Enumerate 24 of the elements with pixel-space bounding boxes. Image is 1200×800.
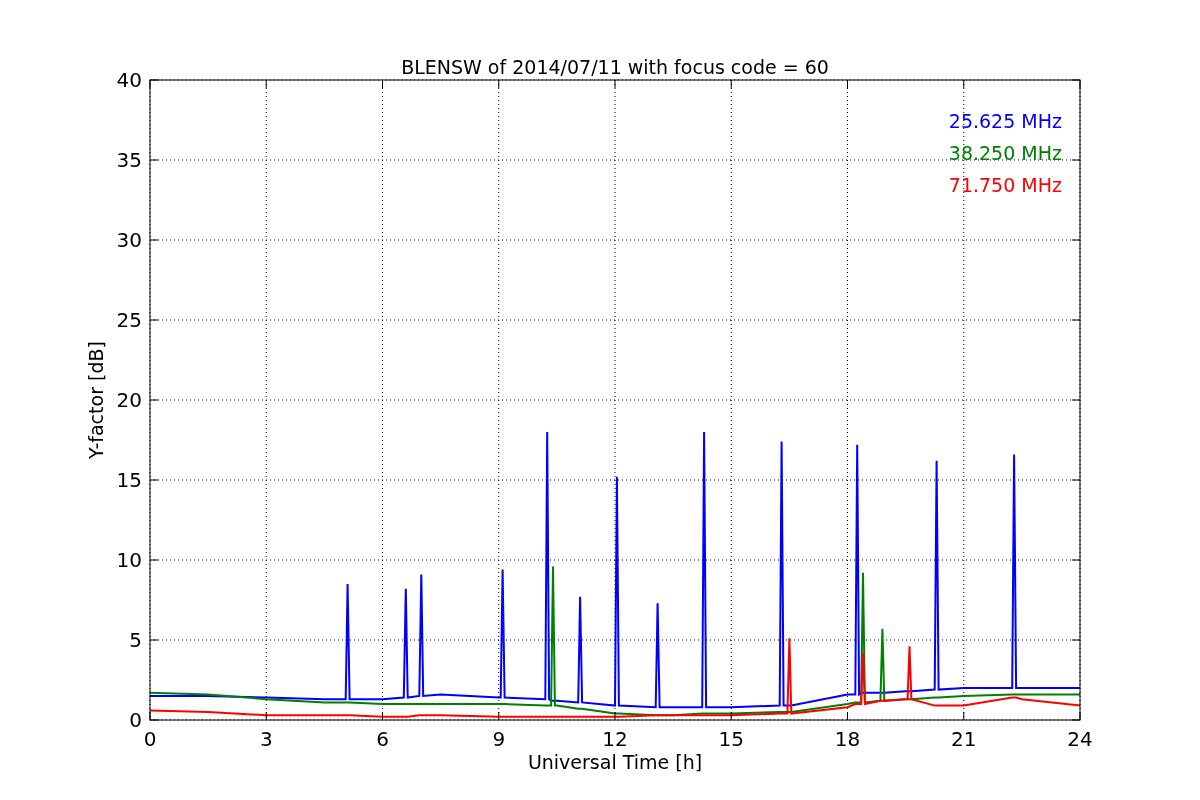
axis-tick-label: 6: [376, 727, 389, 751]
axis-tick-label: 15: [718, 727, 744, 751]
x-axis-label: Universal Time [h]: [527, 751, 703, 773]
axis-tick-label: 0: [143, 727, 157, 751]
axis-tick-label: 18: [834, 727, 861, 751]
axis-tick-label: 15: [116, 468, 142, 492]
legend-label: 38.250 MHz: [948, 142, 1062, 164]
axis-tick-label: 30: [116, 228, 142, 252]
y-axis-label: Y-factor [dB]: [85, 341, 107, 459]
axis-tick-label: 25: [116, 308, 142, 332]
axis-tick-label: 3: [259, 727, 273, 751]
legend-label: 71.750 MHz: [948, 174, 1062, 196]
axis-tick-label: 35: [116, 148, 142, 172]
axis-tick-label: 24: [1067, 727, 1093, 751]
axis-tick-label: 12: [602, 727, 628, 751]
axis-tick-label: 20: [116, 388, 142, 412]
axis-tick-label: 5: [129, 628, 142, 652]
axis-tick-label: 21: [951, 727, 977, 751]
legend-label: 25.625 MHz: [948, 110, 1062, 132]
axis-tick-label: 10: [116, 548, 142, 572]
axis-tick-label: 40: [116, 68, 142, 92]
chart-title: BLENSW of 2014/07/11 with focus code = 60: [401, 56, 829, 78]
axis-tick-label: 0: [129, 708, 142, 732]
axis-tick-label: 9: [492, 727, 506, 751]
